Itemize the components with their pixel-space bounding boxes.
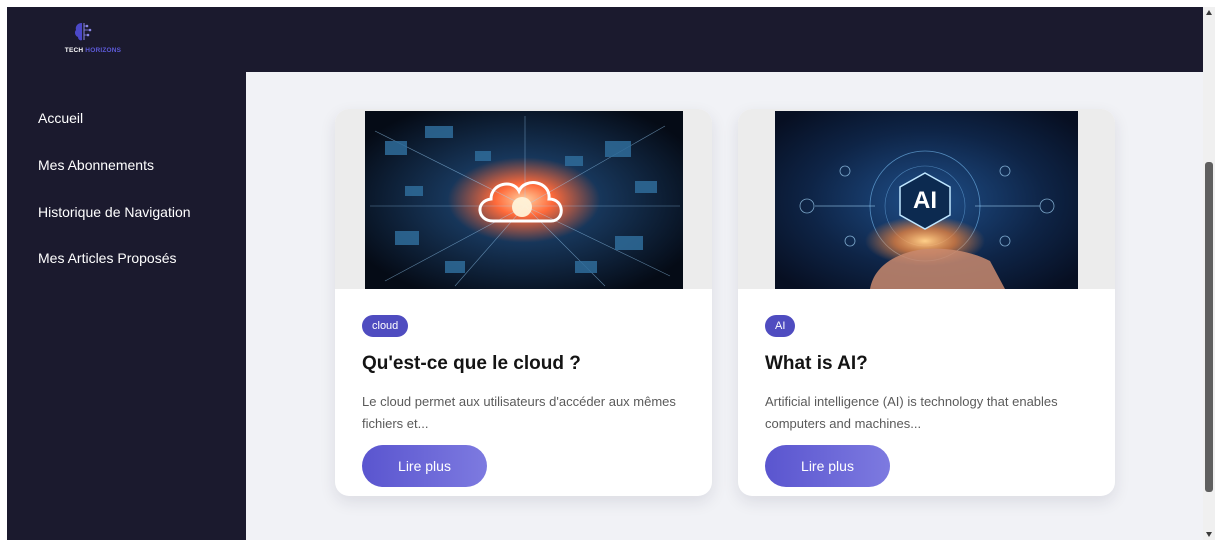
top-bar: TECH HORIZONS (7, 7, 1203, 72)
article-title: Qu'est-ce que le cloud ? (362, 353, 581, 374)
app-window: TECH HORIZONS Accueil Mes Abonnements Hi… (7, 7, 1203, 540)
sidebar-item-mes-abonnements[interactable]: Mes Abonnements (38, 157, 154, 173)
sidebar: Accueil Mes Abonnements Historique de Na… (7, 72, 246, 540)
scrollbar-thumb[interactable] (1205, 162, 1213, 492)
ai-hand-image: AI (775, 111, 1078, 289)
article-card-ai: AI AI What is AI? Artificial intelligenc… (738, 109, 1115, 496)
article-image-container (335, 109, 712, 289)
page-scrollbar[interactable] (1203, 7, 1215, 540)
article-card-cloud: cloud Qu'est-ce que le cloud ? Le cloud … (335, 109, 712, 496)
article-tag[interactable]: cloud (362, 315, 409, 337)
brand-name: TECH HORIZONS (53, 47, 133, 54)
article-excerpt: Le cloud permet aux utilisateurs d'accéd… (362, 394, 676, 431)
sidebar-item-historique-navigation[interactable]: Historique de Navigation (38, 204, 191, 220)
sidebar-item-mes-articles-proposes[interactable]: Mes Articles Proposés (38, 250, 177, 266)
article-excerpt: Artificial intelligence (AI) is technolo… (765, 394, 1058, 431)
article-title: What is AI? (765, 353, 868, 374)
cloud-network-image (365, 111, 683, 289)
scroll-up-arrow-icon[interactable] (1206, 10, 1212, 15)
brand-name-primary: TECH (64, 47, 84, 54)
read-more-button[interactable]: Lire plus (765, 445, 890, 487)
article-tag[interactable]: AI (765, 315, 796, 337)
brand-logo[interactable]: TECH HORIZONS (53, 19, 133, 63)
read-more-button[interactable]: Lire plus (362, 445, 487, 487)
ai-image-label: AI (913, 187, 937, 214)
article-image-container: AI (738, 109, 1115, 289)
sidebar-item-accueil[interactable]: Accueil (38, 110, 83, 126)
scroll-down-arrow-icon[interactable] (1206, 532, 1212, 537)
brand-name-secondary: HORIZONS (85, 47, 122, 54)
brain-circuit-icon (74, 23, 92, 41)
